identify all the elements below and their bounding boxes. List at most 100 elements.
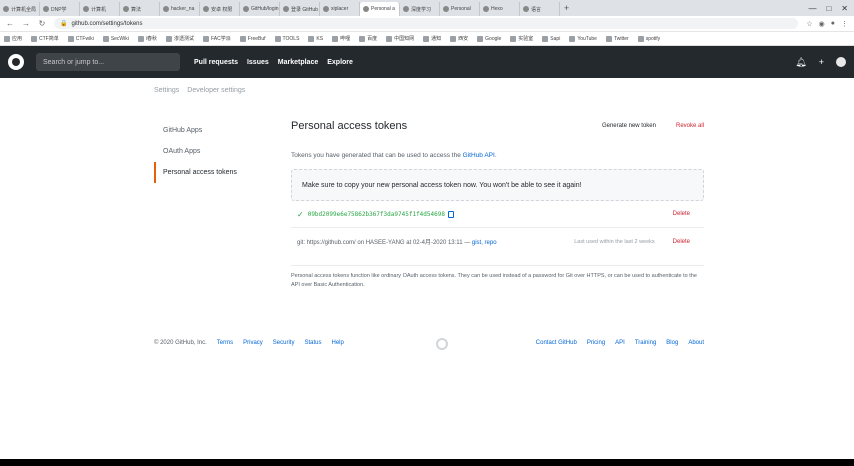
bookmark-item[interactable]: 通知 — [423, 35, 441, 42]
nav-marketplace[interactable]: Marketplace — [278, 59, 318, 66]
browser-tab[interactable]: 计算机全局 — [0, 2, 40, 16]
breadcrumb: Settings Developer settings — [154, 87, 245, 94]
token-description[interactable]: git: https://github.com/ on HASEE-YANG a… — [297, 237, 497, 246]
browser-tab[interactable]: Hexo — [480, 2, 520, 16]
minimize-icon[interactable]: — — [808, 4, 816, 13]
menu-dots-icon[interactable]: ⋮ — [841, 20, 848, 28]
token-value[interactable]: 09bd2099e6e75862b367f3da9745f1f4d54698 — [308, 211, 445, 218]
bookmark-icon — [239, 35, 246, 42]
footer-link-privacy[interactable]: Privacy — [243, 340, 263, 346]
favicon-icon — [283, 6, 289, 12]
bookmark-item[interactable]: YouTube — [569, 35, 597, 42]
favicon-icon — [483, 6, 489, 12]
bookmark-item[interactable]: i春秋 — [137, 35, 157, 42]
browser-tab[interactable]: 安卓 权限 — [200, 2, 240, 16]
github-logo-icon[interactable] — [8, 54, 24, 70]
bookmark-label: FreeBuf — [247, 35, 266, 42]
bookmark-item[interactable]: SecWiki — [102, 35, 129, 42]
browser-tab[interactable]: 登录 GitHub — [280, 2, 320, 16]
browser-tab-label: 计算机 — [91, 6, 107, 13]
browser-tab[interactable]: 深度学习 — [400, 2, 440, 16]
revoke-all-button[interactable]: Revoke all — [676, 123, 704, 129]
forward-icon[interactable]: → — [22, 19, 30, 28]
favicon-icon — [123, 6, 129, 12]
bookmark-item[interactable]: 渗透测试 — [166, 35, 194, 42]
bookmark-item[interactable]: CTF简单 — [31, 35, 59, 42]
bookmark-item[interactable]: 应用 — [4, 35, 22, 42]
footer-link-status[interactable]: Status — [304, 340, 321, 346]
footer-link-about[interactable]: About — [688, 340, 704, 346]
delete-token-button-2[interactable]: Delete — [673, 239, 704, 245]
bookmark-item[interactable]: 西安 — [450, 35, 468, 42]
clipboard-icon[interactable] — [447, 210, 454, 218]
footer-link-pricing[interactable]: Pricing — [587, 340, 605, 346]
profile-icon[interactable]: ● — [831, 20, 835, 28]
browser-tab-label: 登录 GitHub — [291, 6, 318, 13]
browser-tab[interactable]: Personal a — [360, 2, 400, 16]
notifications-bell-icon[interactable]: 🔔︎ — [795, 57, 806, 68]
sidebar-item-oauth-apps[interactable]: OAuth Apps — [154, 141, 274, 162]
footer-link-training[interactable]: Training — [635, 340, 656, 346]
back-icon[interactable]: ← — [6, 19, 14, 28]
close-icon[interactable]: ✕ — [841, 4, 848, 13]
bookmark-item[interactable]: spotify — [637, 35, 660, 42]
browser-tab-label: xiplacer — [331, 6, 349, 12]
nav-explore[interactable]: Explore — [327, 59, 353, 66]
bookmark-item[interactable]: FreeBuf — [239, 35, 266, 42]
github-api-link[interactable]: GitHub API — [463, 152, 495, 159]
url-text: github.com/settings/tokens — [71, 20, 143, 27]
delete-token-button[interactable]: Delete — [673, 211, 704, 217]
extension-icon[interactable]: ◉ — [819, 20, 825, 28]
bookmark-item[interactable]: 实验室 — [510, 35, 533, 42]
bookmark-item[interactable]: FAC学派 — [203, 35, 231, 42]
bookmark-item[interactable]: 中国知网 — [386, 35, 414, 42]
avatar[interactable] — [836, 57, 846, 67]
breadcrumb-settings[interactable]: Settings — [154, 87, 179, 94]
browser-tab[interactable]: xiplacer — [320, 2, 360, 16]
footer-copyright: © 2020 GitHub, Inc. — [154, 340, 207, 346]
nav-issues[interactable]: Issues — [247, 59, 269, 66]
bookmark-item[interactable]: Google — [477, 35, 501, 42]
browser-tab[interactable]: GitHub/login — [240, 2, 280, 16]
browser-tab[interactable]: 语言 — [520, 2, 560, 16]
footer-link-security[interactable]: Security — [273, 340, 295, 346]
star-icon[interactable]: ☆ — [806, 20, 812, 28]
bookmark-label: KS — [316, 35, 324, 42]
plus-icon[interactable]: + — [819, 57, 824, 67]
bookmark-item[interactable]: Twitter — [605, 35, 629, 42]
footer-link-help[interactable]: Help — [332, 340, 344, 346]
browser-tab[interactable]: DNP学 — [40, 2, 80, 16]
new-tab-button[interactable]: + — [564, 3, 569, 13]
footer-link-contact[interactable]: Contact GitHub — [536, 340, 577, 346]
footer-link-api[interactable]: API — [615, 340, 625, 346]
bookmark-icon — [308, 35, 315, 42]
browser-tab-label: 计算机全局 — [11, 6, 37, 13]
bookmark-icon — [569, 35, 576, 42]
bookmark-label: FAC学派 — [211, 36, 231, 42]
bookmark-item[interactable]: CTFwiki — [67, 35, 94, 42]
bookmark-item[interactable]: 哔哩 — [332, 35, 350, 42]
footer-link-terms[interactable]: Terms — [217, 340, 233, 346]
browser-tab[interactable]: 计算机 — [80, 2, 120, 16]
maximize-icon[interactable]: □ — [826, 4, 831, 13]
github-mark-icon[interactable] — [436, 338, 448, 350]
sidebar-item-github-apps[interactable]: GitHub Apps — [154, 120, 274, 141]
reload-icon[interactable]: ↻ — [38, 19, 46, 28]
browser-tab[interactable]: hacker_na — [160, 2, 200, 16]
browser-tab[interactable]: Personal — [440, 2, 480, 16]
nav-pull-requests[interactable]: Pull requests — [194, 59, 238, 66]
footer-link-blog[interactable]: Blog — [666, 340, 678, 346]
browser-tab[interactable]: 算法 — [120, 2, 160, 16]
bookmark-item[interactable]: KS — [308, 35, 324, 42]
breadcrumb-developer-settings[interactable]: Developer settings — [187, 87, 245, 94]
bookmark-label: 渗透测试 — [174, 36, 195, 42]
bookmark-item[interactable]: Sapi — [542, 35, 560, 42]
bookmark-item[interactable]: TOOLS — [274, 35, 299, 42]
bookmark-item[interactable]: 百度 — [359, 35, 377, 42]
bookmark-icon — [510, 35, 517, 42]
page-title: Personal access tokens — [291, 120, 408, 132]
url-input[interactable]: 🔒 github.com/settings/tokens — [54, 18, 799, 29]
search-input[interactable]: Search or jump to... — [36, 53, 180, 71]
sidebar-item-personal-access-tokens[interactable]: Personal access tokens — [154, 162, 274, 183]
generate-token-button[interactable]: Generate new token — [602, 123, 656, 129]
